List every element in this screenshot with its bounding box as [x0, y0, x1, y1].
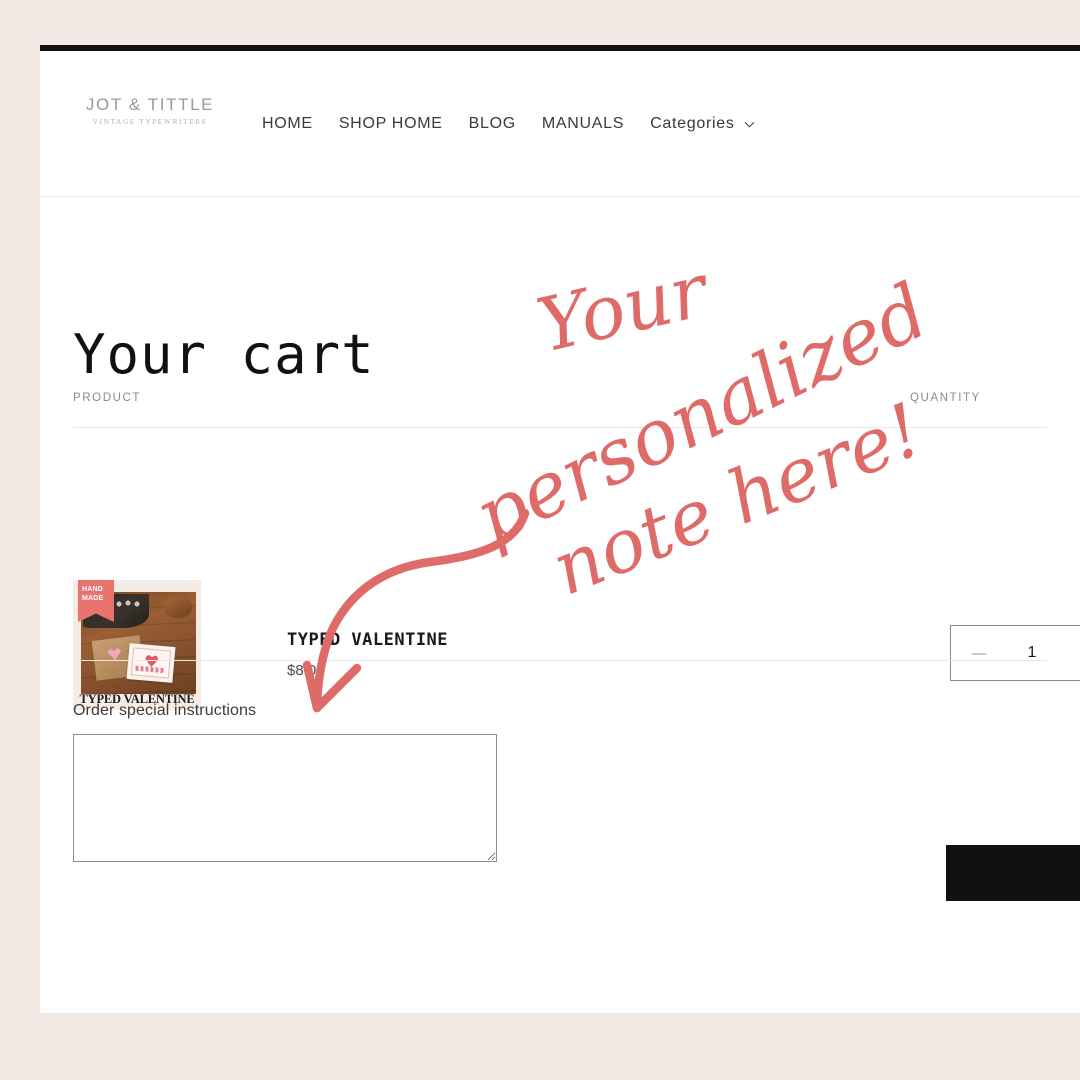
- brand-tagline: VINTAGE TYPEWRITERS: [92, 116, 208, 126]
- nav-item-blog-label: BLOG: [468, 115, 516, 132]
- quantity-decrease-button[interactable]: —: [951, 626, 1007, 680]
- site-panel: JOT & TITTLE VINTAGE TYPEWRITERS HOME SH…: [40, 45, 1080, 1013]
- order-instructions-label: Order special instructions: [73, 702, 257, 719]
- handmade-badge-line1: HAND: [82, 586, 104, 593]
- cart-table-header: PRODUCT QUANTITY: [73, 392, 1047, 427]
- product-thumbnail[interactable]: HAND MADE TYPED VALENTINE: [73, 580, 201, 710]
- chevron-down-icon: [744, 119, 755, 130]
- valentine-card-text: [135, 665, 166, 674]
- nav-item-home-label: HOME: [262, 115, 313, 132]
- product-price: $8.00: [287, 662, 325, 679]
- wooden-bowl-icon: [164, 596, 192, 618]
- nav-item-blog[interactable]: BLOG: [469, 116, 516, 132]
- heart-icon: [145, 655, 159, 668]
- main-nav: HOME SHOP HOME BLOG MANUALS Categories: [262, 51, 781, 197]
- nav-item-shop-home-label: SHOP HOME: [338, 115, 443, 132]
- checkout-button[interactable]: [946, 845, 1080, 901]
- order-instructions-input[interactable]: [73, 734, 497, 862]
- nav-item-manuals[interactable]: MANUALS: [542, 116, 624, 132]
- table-row-divider: [73, 660, 1047, 661]
- column-header-quantity: QUANTITY: [910, 392, 981, 404]
- product-title-link[interactable]: TYPED VALENTINE: [287, 630, 448, 650]
- page-title: Your cart: [73, 323, 375, 387]
- order-instructions-block: Order special instructions: [73, 702, 497, 867]
- nav-item-shop-home[interactable]: SHOP HOME: [339, 116, 443, 132]
- nav-item-categories[interactable]: Categories: [650, 116, 754, 132]
- table-row: HAND MADE TYPED VALENTINE TYPED VALENTIN…: [73, 427, 1080, 710]
- handmade-badge-line2: MADE: [82, 595, 104, 602]
- column-header-product: PRODUCT: [73, 392, 142, 404]
- brand-name: JOT & TITTLE: [85, 95, 215, 114]
- brand-logo[interactable]: JOT & TITTLE VINTAGE TYPEWRITERS: [75, 95, 225, 126]
- quantity-stepper[interactable]: —: [950, 625, 1080, 681]
- cart-section: Your cart PRODUCT QUANTITY HAND MADE TYP…: [40, 197, 1080, 1013]
- nav-item-categories-label: Categories: [650, 115, 735, 132]
- valentine-card-inner: [130, 647, 172, 679]
- nav-item-manuals-label: MANUALS: [541, 115, 625, 132]
- site-header: JOT & TITTLE VINTAGE TYPEWRITERS HOME SH…: [40, 51, 1080, 197]
- nav-item-home[interactable]: HOME: [262, 116, 313, 132]
- valentine-card-icon: [126, 643, 176, 683]
- page-root: JOT & TITTLE VINTAGE TYPEWRITERS HOME SH…: [0, 0, 1080, 1080]
